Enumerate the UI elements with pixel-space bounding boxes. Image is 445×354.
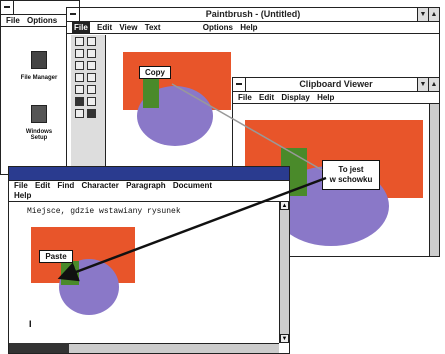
annotation-arrows — [57, 83, 327, 282]
copy-arrow — [171, 83, 323, 171]
paste-arrow — [57, 176, 327, 282]
